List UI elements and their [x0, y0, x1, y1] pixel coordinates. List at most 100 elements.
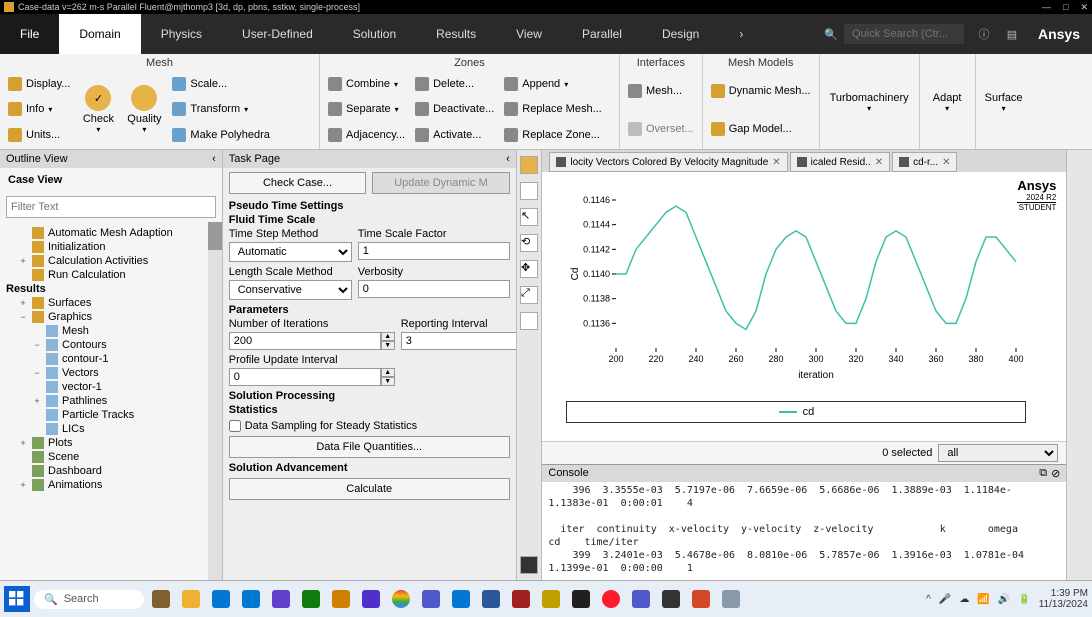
gap-model-button[interactable]: Gap Model...: [707, 120, 815, 138]
tray-volume-icon[interactable]: 🔊: [998, 594, 1010, 605]
tray-chevron-icon[interactable]: ^: [926, 594, 931, 605]
taskbar-app[interactable]: [388, 586, 414, 612]
delete-button[interactable]: Delete...: [411, 75, 498, 93]
taskbar-app[interactable]: [448, 586, 474, 612]
collapse-icon[interactable]: −: [32, 368, 42, 378]
taskbar-app[interactable]: [538, 586, 564, 612]
verbosity-input[interactable]: [358, 280, 510, 298]
gfx-tab-cd[interactable]: cd-r...✕: [892, 152, 957, 172]
info-button[interactable]: Info▾: [4, 100, 74, 118]
close-icon[interactable]: ✕: [875, 157, 883, 168]
tree-results[interactable]: Results: [4, 282, 222, 296]
calculate-button[interactable]: Calculate: [229, 478, 510, 500]
tab-user-defined[interactable]: User-Defined: [222, 14, 333, 54]
dynamic-mesh-button[interactable]: Dynamic Mesh...: [707, 82, 815, 100]
tree-dashboard[interactable]: Dashboard: [4, 464, 222, 478]
tree-plots[interactable]: +Plots: [4, 436, 222, 450]
expand-icon[interactable]: +: [18, 298, 28, 308]
quality-button[interactable]: Quality▾: [122, 72, 166, 147]
tree-initialization[interactable]: Initialization: [4, 240, 222, 254]
profile-update-interval-input[interactable]: [229, 368, 381, 386]
tree-auto-mesh-adaption[interactable]: Automatic Mesh Adaption: [4, 226, 222, 240]
taskbar-app[interactable]: [298, 586, 324, 612]
tree-surfaces[interactable]: +Surfaces: [4, 296, 222, 310]
time-scale-factor-input[interactable]: [358, 242, 510, 260]
maximize-button[interactable]: □: [1063, 2, 1068, 13]
taskbar-app[interactable]: [358, 586, 384, 612]
gfx-tab-residuals[interactable]: icaled Resid..✕: [790, 152, 890, 172]
collapse-icon[interactable]: ‹: [506, 153, 510, 165]
gfx-tab-vectors[interactable]: locity Vectors Colored By Velocity Magni…: [549, 152, 787, 172]
filter-input[interactable]: [6, 196, 216, 218]
collapse-icon[interactable]: ‹: [212, 153, 216, 165]
combine-button[interactable]: Combine▾: [324, 75, 409, 93]
taskbar-app[interactable]: [268, 586, 294, 612]
expand-icon[interactable]: +: [18, 438, 28, 448]
taskbar-app[interactable]: [598, 586, 624, 612]
transform-button[interactable]: Transform▾: [168, 100, 274, 118]
overset-button[interactable]: Overset...: [624, 120, 698, 138]
tree-particle-tracks[interactable]: Particle Tracks: [4, 408, 222, 422]
taskbar-app[interactable]: [568, 586, 594, 612]
tree-scrollbar[interactable]: [208, 222, 222, 580]
separate-button[interactable]: Separate▾: [324, 100, 409, 118]
adapt-button[interactable]: Adapt▾: [924, 88, 971, 115]
append-button[interactable]: Append▾: [500, 75, 605, 93]
tree-contour-1[interactable]: contour-1: [4, 352, 222, 366]
units-button[interactable]: Units...: [4, 126, 74, 144]
tool-icon[interactable]: [520, 312, 538, 330]
taskbar-clock[interactable]: 1:39 PM 11/13/2024: [1039, 588, 1088, 610]
spin-up-icon[interactable]: ▲: [381, 332, 395, 341]
tool-icon[interactable]: [520, 182, 538, 200]
tool-icon[interactable]: [520, 156, 538, 174]
system-tray[interactable]: ^ 🎤 ☁ 📶 🔊 🔋 1:39 PM 11/13/2024: [926, 588, 1088, 610]
adjacency-button[interactable]: Adjacency...: [324, 126, 409, 144]
tree-vector-1[interactable]: vector-1: [4, 380, 222, 394]
tab-solution[interactable]: Solution: [333, 14, 416, 54]
taskbar-app[interactable]: [328, 586, 354, 612]
tab-design[interactable]: Design: [642, 14, 719, 54]
check-button[interactable]: ✓Check▾: [76, 72, 120, 147]
tab-domain[interactable]: Domain: [59, 14, 140, 54]
tab-view[interactable]: View: [496, 14, 562, 54]
minimize-button[interactable]: —: [1042, 2, 1051, 13]
reporting-interval-input[interactable]: [401, 332, 516, 350]
console-output[interactable]: 396 3.3555e-03 5.7197e-06 7.6659e-06 5.6…: [542, 482, 1066, 580]
tree-pathlines[interactable]: +Pathlines: [4, 394, 222, 408]
tab-file[interactable]: File: [0, 14, 59, 54]
start-button[interactable]: [4, 586, 30, 612]
data-file-quantities-button[interactable]: Data File Quantities...: [229, 436, 510, 458]
tab-parallel[interactable]: Parallel: [562, 14, 642, 54]
time-step-method-select[interactable]: Automatic: [229, 242, 352, 262]
tree-calc-activities[interactable]: +Calculation Activities: [4, 254, 222, 268]
tree-contours[interactable]: −Contours: [4, 338, 222, 352]
tree-vectors[interactable]: −Vectors: [4, 366, 222, 380]
tree-mesh[interactable]: Mesh: [4, 324, 222, 338]
surface-button[interactable]: Surface▾: [980, 88, 1028, 115]
replace-zone-button[interactable]: Replace Zone...: [500, 126, 605, 144]
quick-search[interactable]: 🔍: [818, 14, 970, 54]
pointer-icon[interactable]: ↖: [520, 208, 538, 226]
spin-down-icon[interactable]: ▼: [381, 377, 395, 386]
scale-button[interactable]: Scale...: [168, 75, 274, 93]
expand-icon[interactable]: +: [32, 396, 42, 406]
tray-onedrive-icon[interactable]: ☁: [959, 594, 969, 605]
taskbar-app[interactable]: [508, 586, 534, 612]
console-clear-icon[interactable]: ⊘: [1051, 467, 1060, 480]
tree-scene[interactable]: Scene: [4, 450, 222, 464]
tab-more[interactable]: ›: [719, 14, 763, 54]
data-sampling-checkbox[interactable]: [229, 420, 241, 432]
length-scale-method-select[interactable]: Conservative: [229, 280, 352, 300]
tab-results[interactable]: Results: [416, 14, 496, 54]
tree-graphics[interactable]: −Graphics: [4, 310, 222, 324]
check-case-button[interactable]: Check Case...: [229, 172, 367, 194]
close-icon[interactable]: ✕: [942, 157, 950, 168]
taskbar-app[interactable]: [478, 586, 504, 612]
help-icon[interactable]: ⓘ: [970, 14, 998, 54]
scroll-thumb[interactable]: [208, 222, 222, 250]
taskbar-app[interactable]: [148, 586, 174, 612]
taskbar-app[interactable]: [688, 586, 714, 612]
replace-mesh-button[interactable]: Replace Mesh...: [500, 100, 605, 118]
tree-animations[interactable]: +Animations: [4, 478, 222, 492]
taskbar-app[interactable]: [718, 586, 744, 612]
